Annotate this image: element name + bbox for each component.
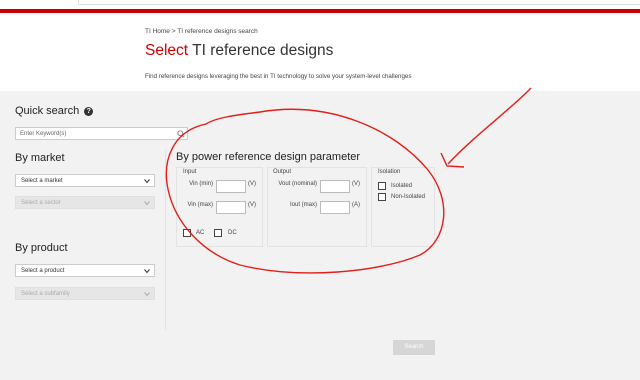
market-select-value: Select a market [21, 178, 63, 184]
top-strip [0, 0, 640, 9]
top-nav-segment [78, 0, 640, 5]
vin-max-unit: (V) [248, 202, 256, 208]
power-parameter-heading: By power reference design parameter [176, 151, 361, 163]
vin-min-input[interactable] [216, 180, 246, 193]
dc-label: DC [228, 230, 237, 236]
keyword-search-input[interactable]: Enter Keyword(s) [15, 127, 188, 140]
product-select-value: Select a product [21, 268, 65, 274]
vout-unit: (V) [352, 181, 360, 187]
non-isolated-label: Non-Isolated [391, 194, 426, 200]
iout-label: Iout (max) [289, 202, 317, 208]
iout-input[interactable] [320, 201, 350, 214]
vin-max-input[interactable] [216, 201, 246, 214]
breadcrumb: TI Home > TI reference designs search [145, 28, 258, 35]
ac-checkbox[interactable] [183, 229, 191, 237]
ac-label: AC [196, 230, 205, 236]
chevron-down-icon [144, 179, 150, 184]
quick-search-heading: Quick search? [15, 105, 94, 117]
chevron-down-icon [144, 269, 150, 274]
search-button[interactable]: Search [393, 340, 435, 355]
keyword-placeholder: Enter Keyword(s) [20, 131, 67, 137]
isolation-label: Isolation [378, 169, 401, 175]
page-title: Select TI reference designs [145, 42, 333, 60]
sector-select-value: Select a sector [21, 200, 61, 206]
page-title-rest: TI reference designs [192, 42, 334, 59]
output-label: Output [273, 169, 292, 175]
search-icon[interactable] [177, 130, 185, 138]
column-divider [165, 150, 166, 330]
vin-max-label: Vin (max) [187, 202, 213, 208]
quick-search-title: Quick search [15, 105, 80, 117]
by-market-heading: By market [15, 152, 65, 164]
breadcrumb-separator: > [171, 28, 176, 35]
annotation-arrowhead [440, 152, 465, 168]
non-isolated-checkbox[interactable] [378, 193, 386, 201]
by-product-heading: By product [15, 242, 68, 254]
iout-unit: (A) [352, 202, 360, 208]
vout-label: Vout (nominal) [278, 181, 317, 187]
breadcrumb-home[interactable]: TI Home [145, 28, 170, 35]
breadcrumb-current: TI reference designs search [177, 28, 258, 35]
isolated-checkbox[interactable] [378, 182, 386, 190]
subfamily-select[interactable]: Select a subfamily [15, 287, 155, 300]
isolated-label: Isolated [391, 183, 413, 189]
chevron-down-icon [144, 201, 150, 206]
subfamily-select-value: Select a subfamily [21, 291, 70, 297]
chevron-down-icon [144, 292, 150, 297]
page-title-prefix: Select [145, 42, 189, 59]
vin-min-label: Vin (min) [189, 181, 213, 187]
dc-checkbox[interactable] [214, 229, 222, 237]
market-select[interactable]: Select a market [15, 174, 155, 187]
product-select[interactable]: Select a product [15, 264, 155, 277]
page-tagline: Find reference designs leveraging the be… [145, 73, 412, 80]
input-label: Input [183, 169, 197, 175]
vin-min-unit: (V) [248, 181, 256, 187]
isolation-panel [371, 167, 435, 247]
vout-input[interactable] [320, 180, 350, 193]
sector-select[interactable]: Select a sector [15, 196, 155, 209]
annotation-arrow [447, 87, 532, 165]
help-icon[interactable]: ? [84, 107, 94, 116]
